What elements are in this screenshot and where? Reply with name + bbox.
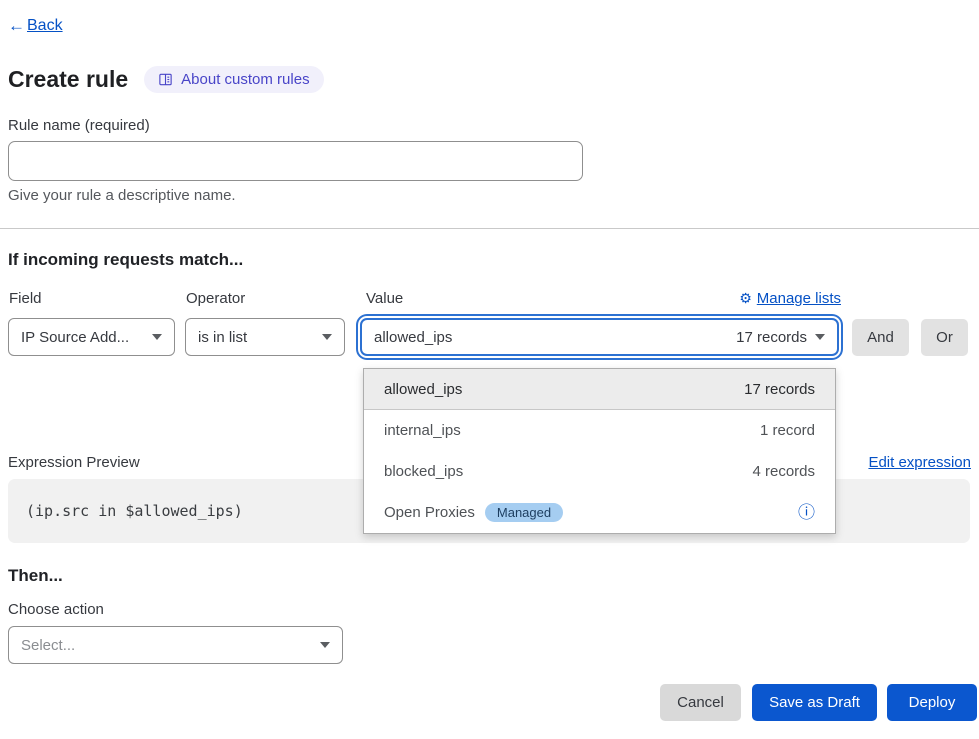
operator-select-value: is in list: [198, 329, 247, 346]
title-row: Create rule About custom rules: [8, 66, 324, 93]
back-arrow-icon: ←: [8, 16, 25, 36]
action-select-placeholder: Select...: [21, 637, 75, 654]
chevron-down-icon: [152, 334, 162, 340]
field-label: Field: [9, 290, 42, 307]
chevron-down-icon: [322, 334, 332, 340]
value-label: Value: [366, 290, 403, 307]
managed-badge: Managed: [485, 503, 563, 522]
expression-code: (ip.src in $allowed_ips): [26, 502, 243, 520]
chevron-down-icon: [815, 334, 825, 340]
dropdown-item-open-proxies[interactable]: Open Proxies Managed ⓘ: [364, 492, 835, 533]
about-custom-rules-link[interactable]: About custom rules: [144, 66, 323, 93]
about-custom-rules-label: About custom rules: [181, 71, 309, 88]
value-select-count: 17 records: [736, 329, 807, 346]
info-icon[interactable]: ⓘ: [798, 504, 815, 521]
or-button[interactable]: Or: [921, 319, 968, 356]
operator-label: Operator: [186, 290, 245, 307]
list-record-count: 4 records: [752, 463, 815, 480]
rule-name-helper: Give your rule a descriptive name.: [8, 187, 236, 204]
chevron-down-icon: [320, 642, 330, 648]
then-section-heading: Then...: [8, 566, 63, 586]
deploy-button[interactable]: Deploy: [887, 684, 977, 721]
dropdown-item-internal-ips[interactable]: internal_ips 1 record: [364, 410, 835, 451]
choose-action-label: Choose action: [8, 601, 104, 618]
book-icon: [158, 72, 173, 87]
operator-select[interactable]: is in list: [185, 318, 345, 356]
field-select-value: IP Source Add...: [21, 329, 129, 346]
and-button[interactable]: And: [852, 319, 909, 356]
section-divider: [0, 228, 979, 229]
manage-lists-link[interactable]: ⚙ Manage lists: [739, 290, 841, 307]
list-name: blocked_ips: [384, 463, 463, 480]
rule-name-input[interactable]: [8, 141, 583, 181]
gear-icon: ⚙: [739, 290, 752, 307]
rule-name-label: Rule name (required): [8, 117, 150, 134]
dropdown-item-blocked-ips[interactable]: blocked_ips 4 records: [364, 451, 835, 492]
back-link[interactable]: ←Back: [8, 16, 63, 36]
create-rule-page: ←Back Create rule About custom rules Rul…: [0, 0, 979, 739]
dropdown-item-allowed-ips[interactable]: allowed_ips 17 records: [364, 369, 835, 410]
back-link-label[interactable]: Back: [27, 17, 63, 35]
edit-expression-link[interactable]: Edit expression: [868, 454, 971, 471]
action-select[interactable]: Select...: [8, 626, 343, 664]
cancel-button[interactable]: Cancel: [660, 684, 741, 721]
list-record-count: 1 record: [760, 422, 815, 439]
list-name: internal_ips: [384, 422, 461, 439]
save-as-draft-button[interactable]: Save as Draft: [752, 684, 877, 721]
value-select[interactable]: allowed_ips 17 records: [360, 318, 839, 356]
match-section-heading: If incoming requests match...: [8, 250, 243, 270]
list-record-count: 17 records: [744, 381, 815, 398]
expression-preview-label: Expression Preview: [8, 454, 140, 471]
page-title: Create rule: [8, 66, 128, 93]
list-name: Open Proxies: [384, 504, 475, 521]
value-dropdown-menu: allowed_ips 17 records internal_ips 1 re…: [363, 368, 836, 534]
list-name: allowed_ips: [384, 381, 462, 398]
manage-lists-label[interactable]: Manage lists: [757, 290, 841, 307]
value-select-name: allowed_ips: [374, 329, 452, 346]
field-select[interactable]: IP Source Add...: [8, 318, 175, 356]
